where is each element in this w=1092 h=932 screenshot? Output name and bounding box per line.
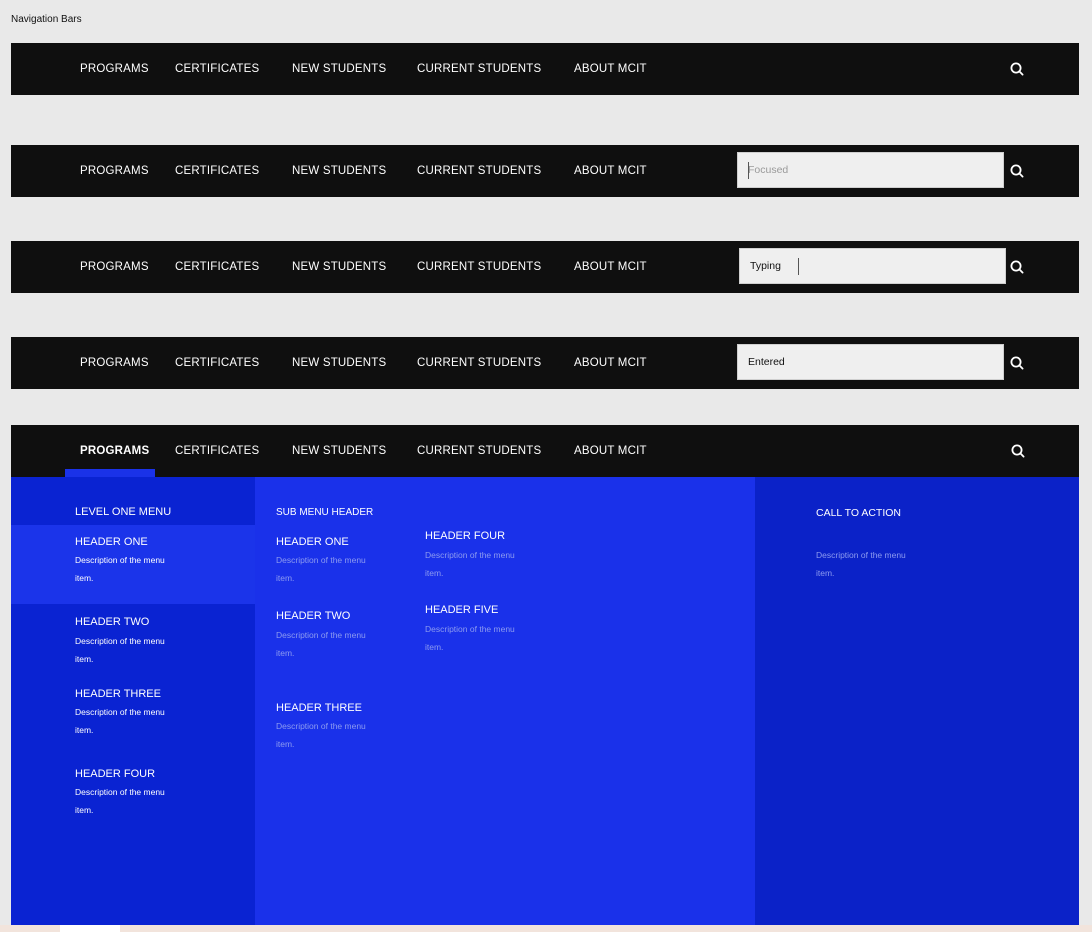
bottom-tab <box>60 925 120 932</box>
nav-item-new-students[interactable]: NEW STUDENTS <box>292 145 386 197</box>
nav-item-about-mcit[interactable]: ABOUT MCIT <box>574 241 647 293</box>
active-tab-indicator <box>65 469 155 477</box>
search-value: Typing <box>750 260 781 272</box>
nav-item-about-mcit[interactable]: ABOUT MCIT <box>574 425 647 477</box>
level-one-menu: LEVEL ONE MENU HEADER ONE Description of… <box>11 477 255 925</box>
search-placeholder: Focused <box>748 164 789 176</box>
nav-bar-entered: PROGRAMS CERTIFICATES NEW STUDENTS CURRE… <box>11 337 1079 389</box>
page-title: Navigation Bars <box>11 14 82 25</box>
sub-menu-item-header[interactable]: HEADER TWO <box>276 610 350 622</box>
sub-menu-item-desc: Description of the menu item. <box>425 624 515 652</box>
level-one-item-desc: Description of the menu item. <box>75 707 165 735</box>
sub-menu-item-header[interactable]: HEADER FIVE <box>425 604 498 616</box>
nav-item-certificates[interactable]: CERTIFICATES <box>175 43 259 95</box>
bottom-strip <box>0 925 1092 932</box>
level-one-title: LEVEL ONE MENU <box>75 506 172 518</box>
nav-item-about-mcit[interactable]: ABOUT MCIT <box>574 145 647 197</box>
sub-menu-item-desc: Description of the menu item. <box>276 630 366 658</box>
mega-menu-panel: LEVEL ONE MENU HEADER ONE Description of… <box>11 477 1079 925</box>
sub-menu-title: SUB MENU HEADER <box>276 507 374 518</box>
nav-item-certificates[interactable]: CERTIFICATES <box>175 425 259 477</box>
nav-item-current-students[interactable]: CURRENT STUDENTS <box>417 425 541 477</box>
nav-item-about-mcit[interactable]: ABOUT MCIT <box>574 43 647 95</box>
search-icon[interactable] <box>1010 443 1026 459</box>
search-icon[interactable] <box>1009 355 1025 371</box>
search-value: Entered <box>748 356 785 368</box>
sub-menu-item-header[interactable]: HEADER ONE <box>276 536 349 548</box>
nav-bar-mega-menu: PROGRAMS CERTIFICATES NEW STUDENTS CURRE… <box>11 425 1079 477</box>
text-caret <box>748 162 749 179</box>
nav-item-new-students[interactable]: NEW STUDENTS <box>292 43 386 95</box>
nav-item-certificates[interactable]: CERTIFICATES <box>175 241 259 293</box>
sub-menu: SUB MENU HEADER HEADER ONE Description o… <box>255 477 755 925</box>
cta-title[interactable]: CALL TO ACTION <box>816 507 901 519</box>
nav-item-current-students[interactable]: CURRENT STUDENTS <box>417 43 541 95</box>
nav-item-certificates[interactable]: CERTIFICATES <box>175 145 259 197</box>
call-to-action-panel: CALL TO ACTION Description of the menu i… <box>755 477 1079 925</box>
sub-menu-item-desc: Description of the menu item. <box>276 721 366 749</box>
level-one-item-header[interactable]: HEADER ONE <box>75 536 148 548</box>
level-one-item-header[interactable]: HEADER FOUR <box>75 768 155 780</box>
nav-item-current-students[interactable]: CURRENT STUDENTS <box>417 145 541 197</box>
sub-menu-item-header[interactable]: HEADER THREE <box>276 702 362 714</box>
nav-item-new-students[interactable]: NEW STUDENTS <box>292 241 386 293</box>
text-caret <box>798 258 799 275</box>
nav-item-current-students[interactable]: CURRENT STUDENTS <box>417 337 541 389</box>
nav-item-new-students[interactable]: NEW STUDENTS <box>292 337 386 389</box>
level-one-item-desc: Description of the menu item. <box>75 555 165 583</box>
level-one-item-desc: Description of the menu item. <box>75 636 165 664</box>
nav-item-about-mcit[interactable]: ABOUT MCIT <box>574 337 647 389</box>
search-input-entered[interactable]: Entered <box>737 344 1004 380</box>
level-one-item-header[interactable]: HEADER TWO <box>75 616 149 628</box>
level-one-item-desc: Description of the menu item. <box>75 787 165 815</box>
sub-menu-item-desc: Description of the menu item. <box>425 550 515 578</box>
level-one-item-header[interactable]: HEADER THREE <box>75 688 161 700</box>
sub-menu-item-header[interactable]: HEADER FOUR <box>425 530 505 542</box>
nav-item-programs[interactable]: PROGRAMS <box>80 43 149 95</box>
nav-bar-focused: PROGRAMS CERTIFICATES NEW STUDENTS CURRE… <box>11 145 1079 197</box>
nav-item-current-students[interactable]: CURRENT STUDENTS <box>417 241 541 293</box>
search-icon[interactable] <box>1009 259 1025 275</box>
search-icon[interactable] <box>1009 163 1025 179</box>
nav-item-programs[interactable]: PROGRAMS <box>80 241 149 293</box>
nav-bar-typing: PROGRAMS CERTIFICATES NEW STUDENTS CURRE… <box>11 241 1079 293</box>
sub-menu-item-desc: Description of the menu item. <box>276 555 366 583</box>
nav-item-programs[interactable]: PROGRAMS <box>80 337 149 389</box>
nav-bar-default: PROGRAMS CERTIFICATES NEW STUDENTS CURRE… <box>11 43 1079 95</box>
nav-item-new-students[interactable]: NEW STUDENTS <box>292 425 386 477</box>
nav-item-certificates[interactable]: CERTIFICATES <box>175 337 259 389</box>
search-input-focused[interactable]: Focused <box>737 152 1004 188</box>
nav-item-programs[interactable]: PROGRAMS <box>80 145 149 197</box>
search-icon[interactable] <box>1009 61 1025 77</box>
search-input-typing[interactable]: Typing <box>739 248 1006 284</box>
cta-desc: Description of the menu item. <box>816 550 906 578</box>
